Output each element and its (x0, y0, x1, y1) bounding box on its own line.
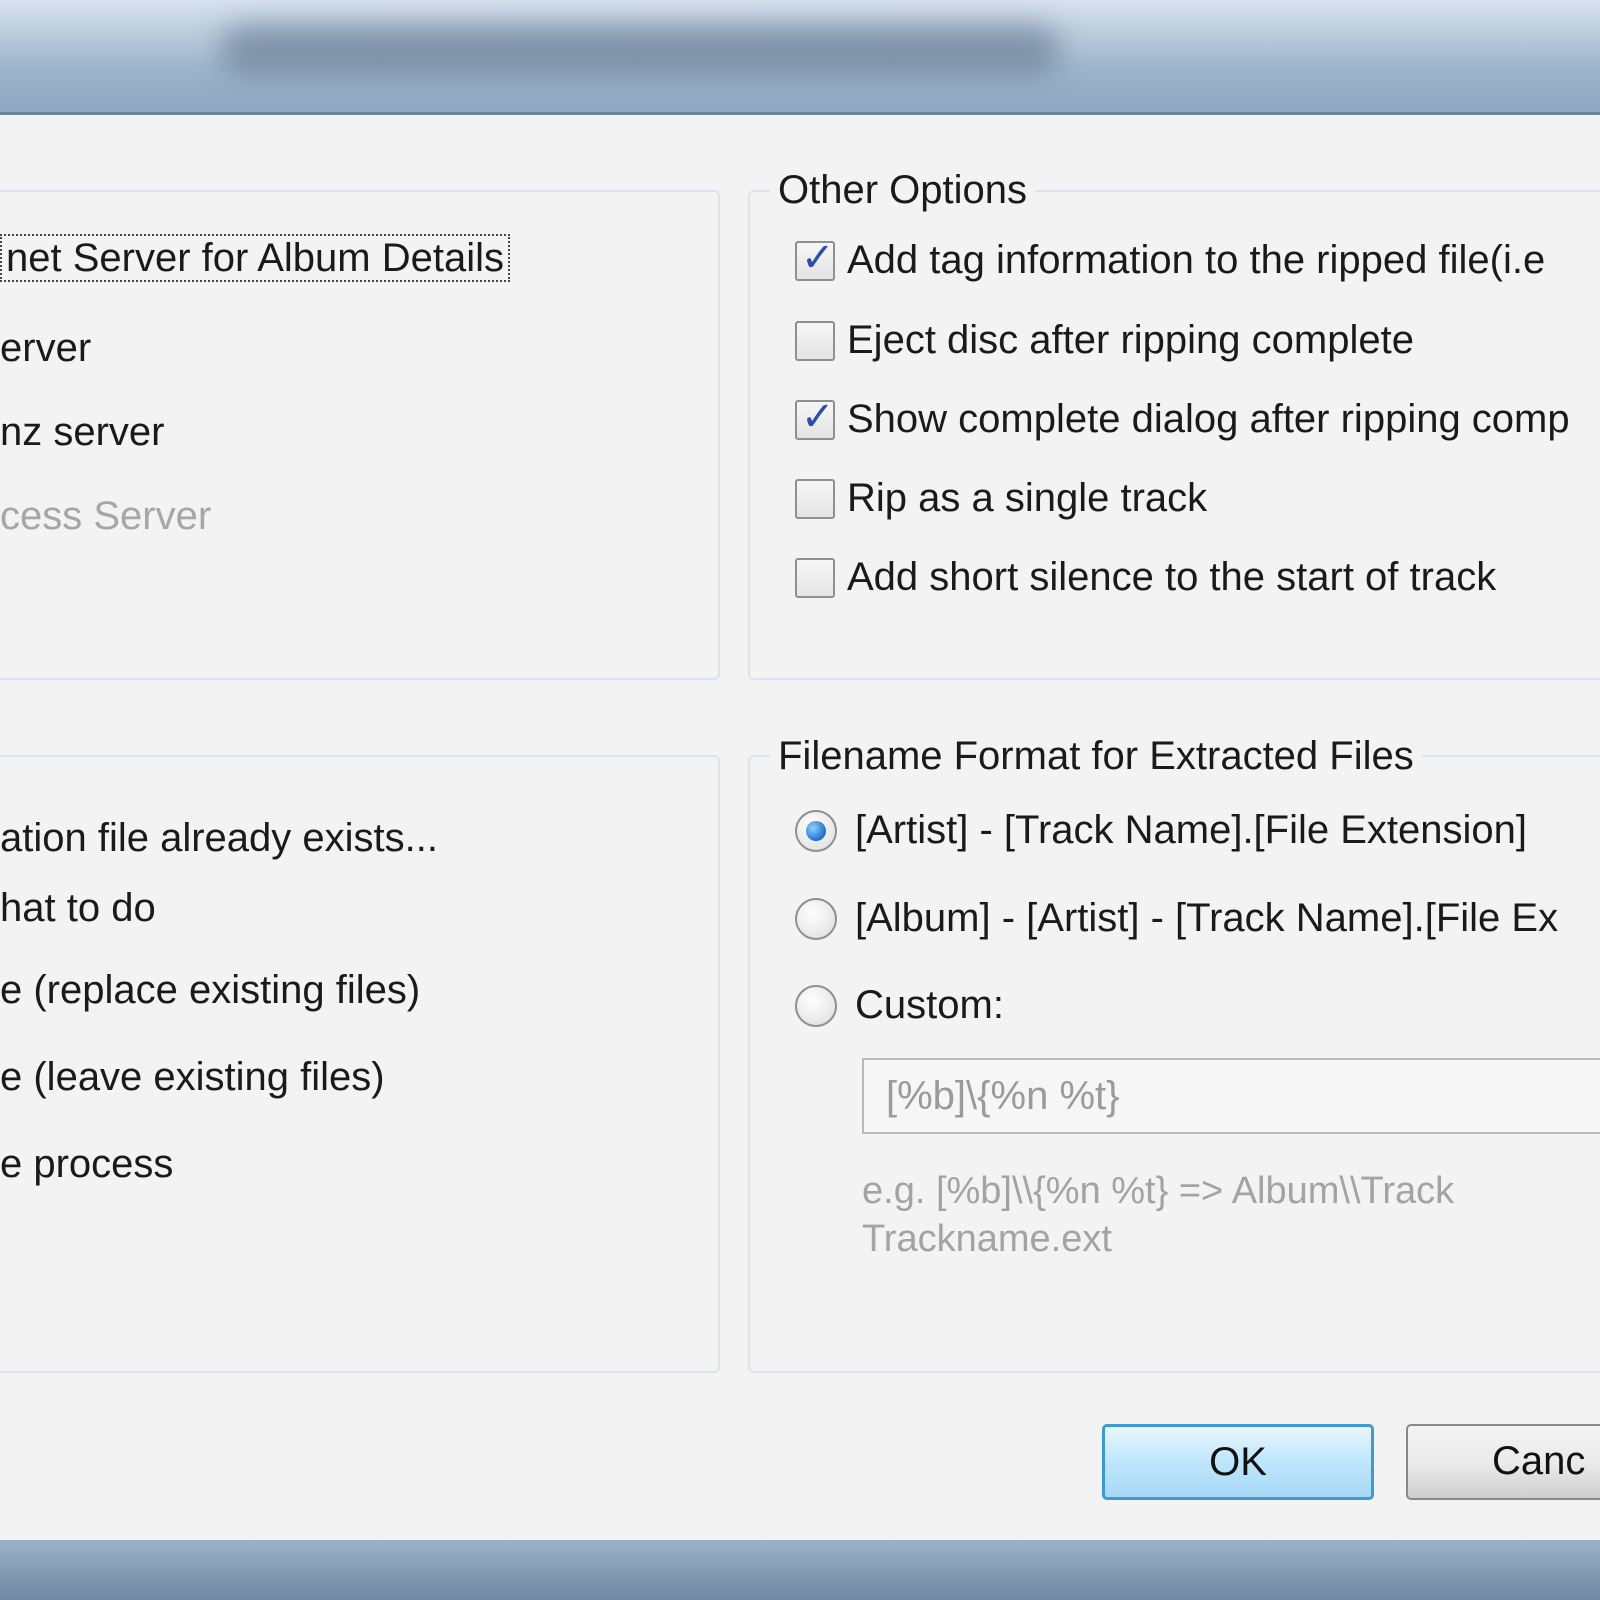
window-titlebar (0, 0, 1600, 115)
checkbox-box[interactable]: ✓ (795, 236, 835, 281)
radio-selected-dot (806, 820, 826, 841)
other-options-legend: Other Options (770, 166, 1036, 214)
ok-button[interactable]: OK (1102, 1424, 1374, 1500)
checkbox-box[interactable] (795, 557, 835, 598)
lookup-option-access-server: cess Server (0, 494, 212, 538)
cancel-button[interactable]: Canc (1406, 1424, 1600, 1500)
file-exists-option-abort[interactable]: e process (0, 1142, 173, 1187)
radio-label: [Album] - [Artist] - [Track Name].[File … (855, 896, 1559, 940)
lookup-internet-server-checkbox-label[interactable]: net Server for Album Details (0, 234, 510, 282)
custom-format-example-line2: Trackname.ext (862, 1218, 1112, 1260)
lookup-option-musicbrainz-server[interactable]: nz server (0, 410, 165, 455)
rip-single-track-checkbox[interactable]: Rip as a single track (795, 476, 1207, 521)
custom-format-example-line1: e.g. [%b]\\{%n %t} => Album\\Track (862, 1170, 1455, 1212)
radio-label: Custom: (855, 983, 1004, 1027)
radio-label: [Artist] - [Track Name].[File Extension] (855, 808, 1528, 852)
file-exists-option-skip[interactable]: e (leave existing files) (0, 1055, 385, 1100)
checkbox-label: Add tag information to the ripped file(i… (847, 238, 1546, 282)
checkbox-label: Show complete dialog after ripping comp (847, 397, 1570, 441)
file-exists-option-ask[interactable]: hat to do (0, 886, 156, 931)
eject-disc-checkbox[interactable]: Eject disc after ripping complete (795, 318, 1414, 363)
checkbox-label: Add short silence to the start of track (847, 555, 1497, 599)
lookup-option-server[interactable]: erver (0, 326, 91, 371)
radio-button[interactable] (795, 809, 837, 852)
checkmark-icon: ✓ (801, 394, 835, 439)
add-tag-info-checkbox[interactable]: ✓ Add tag information to the ripped file… (795, 236, 1546, 283)
blurred-title-text (220, 24, 1060, 74)
add-short-silence-checkbox[interactable]: Add short silence to the start of track (795, 555, 1496, 600)
checkbox-box[interactable] (795, 478, 835, 519)
filename-format-legend: Filename Format for Extracted Files (770, 732, 1422, 780)
format-custom-radio[interactable]: Custom: (795, 983, 1004, 1028)
format-album-artist-track-radio[interactable]: [Album] - [Artist] - [Track Name].[File … (795, 896, 1558, 941)
file-exists-heading: ation file already exists... (0, 816, 438, 860)
radio-button[interactable] (795, 984, 837, 1027)
checkbox-label: Eject disc after ripping complete (847, 318, 1414, 362)
window-bottom-frame (0, 1540, 1600, 1600)
checkmark-icon: ✓ (801, 235, 835, 280)
format-artist-track-radio[interactable]: [Artist] - [Track Name].[File Extension] (795, 808, 1527, 853)
checkbox-box[interactable] (795, 320, 835, 361)
custom-format-input[interactable] (862, 1058, 1600, 1134)
checkbox-box[interactable]: ✓ (795, 395, 835, 440)
checkbox-label: Rip as a single track (847, 476, 1208, 520)
radio-button[interactable] (795, 897, 837, 940)
file-exists-option-overwrite[interactable]: e (replace existing files) (0, 968, 420, 1013)
show-complete-dialog-checkbox[interactable]: ✓ Show complete dialog after ripping com… (795, 395, 1570, 442)
